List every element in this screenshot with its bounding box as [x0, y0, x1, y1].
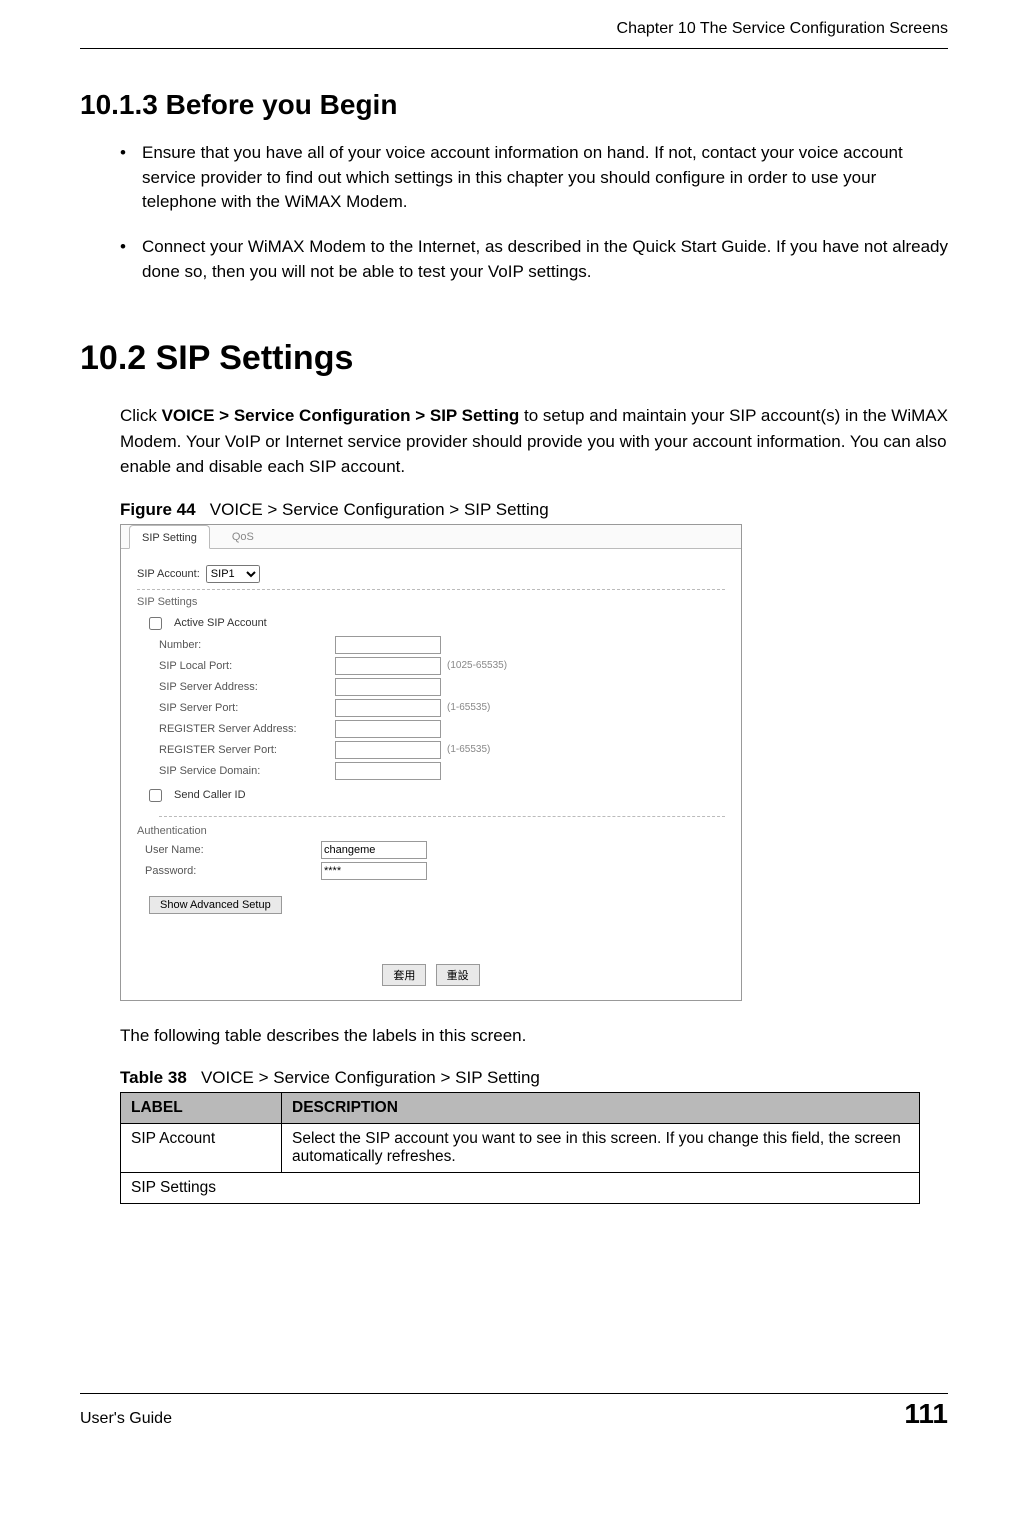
chapter-header: Chapter 10 The Service Configuration Scr… [80, 20, 948, 38]
list-item: Connect your WiMAX Modem to the Internet… [120, 235, 948, 284]
figure-tabs: SIP Setting QoS [121, 525, 741, 549]
page-number: 111 [904, 1398, 948, 1430]
reg-server-addr-input[interactable] [335, 720, 441, 738]
send-caller-id-label: Send Caller ID [174, 789, 246, 801]
sip-account-select[interactable]: SIP1 [206, 565, 260, 583]
before-you-begin-list: Ensure that you have all of your voice a… [120, 141, 948, 284]
tab-qos[interactable]: QoS [220, 525, 266, 548]
table-header-row: LABEL DESCRIPTION [121, 1093, 920, 1124]
tab-sip-setting[interactable]: SIP Setting [129, 525, 210, 549]
section-10-2-intro: Click VOICE > Service Configuration > SI… [120, 403, 948, 480]
section-10-1-3-title: 10.1.3 Before you Begin [80, 89, 948, 121]
show-advanced-button[interactable]: Show Advanced Setup [149, 896, 282, 914]
send-caller-id-checkbox[interactable] [149, 789, 162, 802]
password-label: Password: [145, 865, 315, 877]
sip-service-domain-input[interactable] [335, 762, 441, 780]
sip-server-addr-label: SIP Server Address: [159, 681, 329, 693]
active-sip-label: Active SIP Account [174, 617, 267, 629]
table-label: Table 38 [120, 1068, 187, 1087]
sip-settings-section-title: SIP Settings [137, 589, 725, 608]
number-input[interactable] [335, 636, 441, 654]
section-10-2-title: 10.2 SIP Settings [80, 339, 948, 378]
table-row: SIP Account Select the SIP account you w… [121, 1124, 920, 1173]
reg-server-port-hint: (1-65535) [447, 744, 490, 755]
list-item: Ensure that you have all of your voice a… [120, 141, 948, 215]
sip-local-port-label: SIP Local Port: [159, 660, 329, 672]
active-sip-checkbox[interactable] [149, 617, 162, 630]
reg-server-addr-label: REGISTER Server Address: [159, 723, 329, 735]
header-rule [80, 48, 948, 49]
auth-section-title: Authentication [137, 823, 725, 837]
sip-server-port-label: SIP Server Port: [159, 702, 329, 714]
footer-rule [80, 1393, 948, 1394]
sip-server-port-input[interactable] [335, 699, 441, 717]
password-input[interactable] [321, 862, 427, 880]
footer-users-guide: User's Guide [80, 1410, 172, 1428]
table-38: LABEL DESCRIPTION SIP Account Select the… [120, 1092, 920, 1204]
username-label: User Name: [145, 844, 315, 856]
figure-label: Figure 44 [120, 500, 196, 519]
intro-bold-path: VOICE > Service Configuration > SIP Sett… [162, 406, 520, 425]
reg-server-port-label: REGISTER Server Port: [159, 744, 329, 756]
username-input[interactable] [321, 841, 427, 859]
intro-pre: Click [120, 406, 162, 425]
sip-local-port-input[interactable] [335, 657, 441, 675]
table-caption-text: VOICE > Service Configuration > SIP Sett… [201, 1068, 540, 1087]
table-header-desc: DESCRIPTION [282, 1093, 920, 1124]
after-figure-text: The following table describes the labels… [120, 1023, 948, 1049]
figure-44-screenshot: SIP Setting QoS SIP Account: SIP1 SIP Se… [120, 524, 742, 1001]
sip-local-port-hint: (1025-65535) [447, 660, 507, 671]
figure-caption-text: VOICE > Service Configuration > SIP Sett… [210, 500, 549, 519]
table-cell-label: SIP Settings [121, 1173, 920, 1204]
sip-account-label: SIP Account: [137, 568, 200, 580]
apply-button[interactable]: 套用 [382, 964, 426, 986]
reg-server-port-input[interactable] [335, 741, 441, 759]
reset-button[interactable]: 重設 [436, 964, 480, 986]
table-38-caption: Table 38 VOICE > Service Configuration >… [120, 1068, 948, 1088]
sip-server-addr-input[interactable] [335, 678, 441, 696]
table-header-label: LABEL [121, 1093, 282, 1124]
table-cell-label: SIP Account [121, 1124, 282, 1173]
figure-44-caption: Figure 44 VOICE > Service Configuration … [120, 500, 948, 520]
table-row: SIP Settings [121, 1173, 920, 1204]
sip-service-domain-label: SIP Service Domain: [159, 765, 329, 777]
number-label: Number: [159, 639, 329, 651]
sip-server-port-hint: (1-65535) [447, 702, 490, 713]
table-cell-desc: Select the SIP account you want to see i… [282, 1124, 920, 1173]
